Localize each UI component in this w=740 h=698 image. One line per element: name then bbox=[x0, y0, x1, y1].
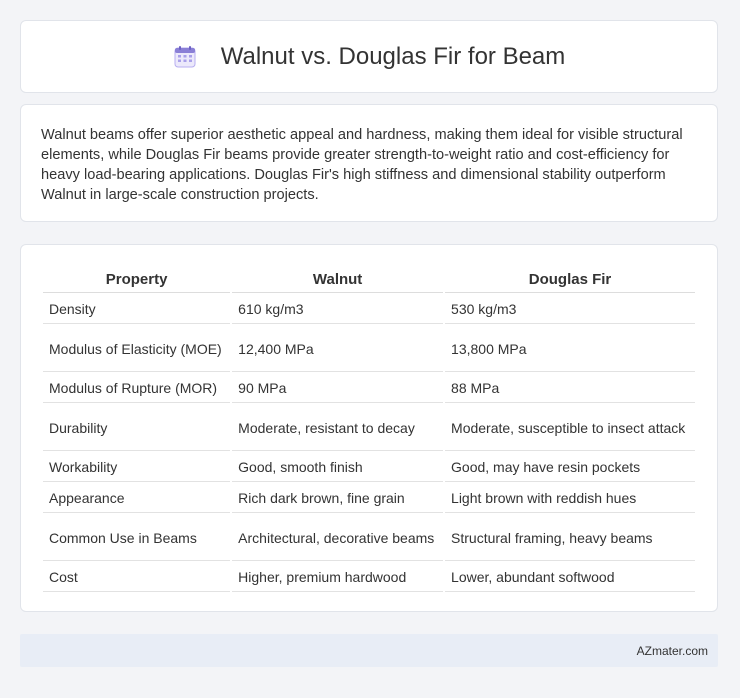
table-row: Density 610 kg/m3 530 kg/m3 bbox=[43, 295, 695, 324]
cell-douglas-fir: Structural framing, heavy beams bbox=[445, 515, 695, 561]
cell-property: Common Use in Beams bbox=[43, 515, 231, 561]
header-douglas-fir: Douglas Fir bbox=[445, 265, 695, 293]
cell-douglas-fir: Moderate, susceptible to insect attack bbox=[445, 405, 695, 451]
title-card: Walnut vs. Douglas Fir for Beam bbox=[20, 20, 718, 93]
cell-walnut: Rich dark brown, fine grain bbox=[232, 484, 444, 513]
cell-douglas-fir: 13,800 MPa bbox=[445, 326, 695, 372]
table-row: Durability Moderate, resistant to decay … bbox=[43, 405, 695, 451]
comparison-table: Property Walnut Douglas Fir Density 610 … bbox=[41, 263, 697, 594]
cell-douglas-fir: 88 MPa bbox=[445, 374, 695, 403]
header-walnut: Walnut bbox=[232, 265, 444, 293]
cell-walnut: Moderate, resistant to decay bbox=[232, 405, 444, 451]
table-row: Modulus of Rupture (MOR) 90 MPa 88 MPa bbox=[43, 374, 695, 403]
cell-property: Workability bbox=[43, 453, 231, 482]
calendar-icon bbox=[173, 45, 197, 69]
cell-douglas-fir: Lower, abundant softwood bbox=[445, 563, 695, 592]
summary-card: Walnut beams offer superior aesthetic ap… bbox=[20, 104, 718, 222]
cell-property: Modulus of Rupture (MOR) bbox=[43, 374, 231, 403]
cell-property: Cost bbox=[43, 563, 231, 592]
table-header-row: Property Walnut Douglas Fir bbox=[43, 265, 695, 293]
footer: AZmater.com bbox=[20, 634, 718, 667]
table-row: Appearance Rich dark brown, fine grain L… bbox=[43, 484, 695, 513]
cell-walnut: 12,400 MPa bbox=[232, 326, 444, 372]
cell-property: Modulus of Elasticity (MOE) bbox=[43, 326, 231, 372]
table-row: Cost Higher, premium hardwood Lower, abu… bbox=[43, 563, 695, 592]
table-row: Workability Good, smooth finish Good, ma… bbox=[43, 453, 695, 482]
table-row: Common Use in Beams Architectural, decor… bbox=[43, 515, 695, 561]
cell-property: Durability bbox=[43, 405, 231, 451]
cell-walnut: 610 kg/m3 bbox=[232, 295, 444, 324]
summary-text: Walnut beams offer superior aesthetic ap… bbox=[41, 127, 683, 203]
cell-douglas-fir: Good, may have resin pockets bbox=[445, 453, 695, 482]
cell-walnut: Higher, premium hardwood bbox=[232, 563, 444, 592]
cell-douglas-fir: 530 kg/m3 bbox=[445, 295, 695, 324]
comparison-table-card: Property Walnut Douglas Fir Density 610 … bbox=[20, 244, 718, 612]
cell-douglas-fir: Light brown with reddish hues bbox=[445, 484, 695, 513]
cell-property: Density bbox=[43, 295, 231, 324]
header-property: Property bbox=[43, 265, 231, 293]
cell-walnut: 90 MPa bbox=[232, 374, 444, 403]
page-title: Walnut vs. Douglas Fir for Beam bbox=[220, 42, 566, 70]
cell-property: Appearance bbox=[43, 484, 231, 513]
footer-brand[interactable]: AZmater.com bbox=[637, 644, 708, 658]
table-row: Modulus of Elasticity (MOE) 12,400 MPa 1… bbox=[43, 326, 695, 372]
cell-walnut: Architectural, decorative beams bbox=[232, 515, 444, 561]
cell-walnut: Good, smooth finish bbox=[232, 453, 444, 482]
